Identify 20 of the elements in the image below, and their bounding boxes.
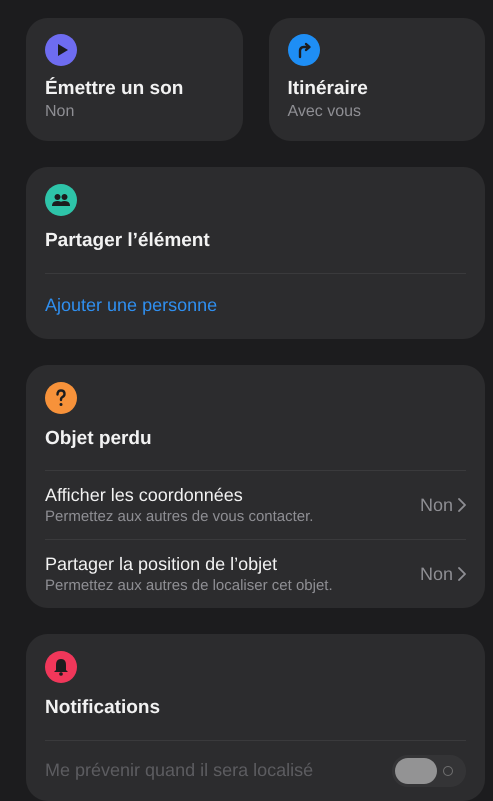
row-value: Non — [420, 494, 453, 516]
tile-subtitle: Non — [45, 102, 76, 122]
row-description: Permettez aux autres de localiser cet objet. — [45, 576, 333, 596]
row-title: Partager la position de l’objet — [45, 553, 278, 576]
settings-row[interactable]: Afficher les coordonnées Permettez aux autres de vous contacter. Non — [45, 470, 466, 539]
settings-row[interactable]: Partager la position de l’objet Permettez aux autres de localiser cet objet. Non — [45, 539, 466, 608]
tile-title: Itinéraire — [288, 77, 369, 101]
row-value: Non — [420, 562, 453, 586]
chevron-icon — [458, 567, 466, 581]
section-title: Notifications — [45, 696, 162, 720]
add-person-link[interactable]: Ajouter une personne — [45, 294, 218, 314]
action-tile[interactable]: Émettre un son Non — [26, 18, 242, 141]
tile-title: Émettre un son — [45, 77, 184, 101]
action-tile[interactable]: Itinéraire Avec vous — [268, 18, 485, 141]
row-description: Permettez aux autres de vous contacter. — [45, 507, 314, 527]
section-title: Objet perdu — [45, 426, 153, 450]
row-title: Afficher les coordonnées — [45, 484, 244, 507]
chevron-icon — [458, 498, 466, 512]
section-title: Partager l’élément — [45, 229, 211, 253]
tile-subtitle: Avec vous — [288, 102, 362, 122]
